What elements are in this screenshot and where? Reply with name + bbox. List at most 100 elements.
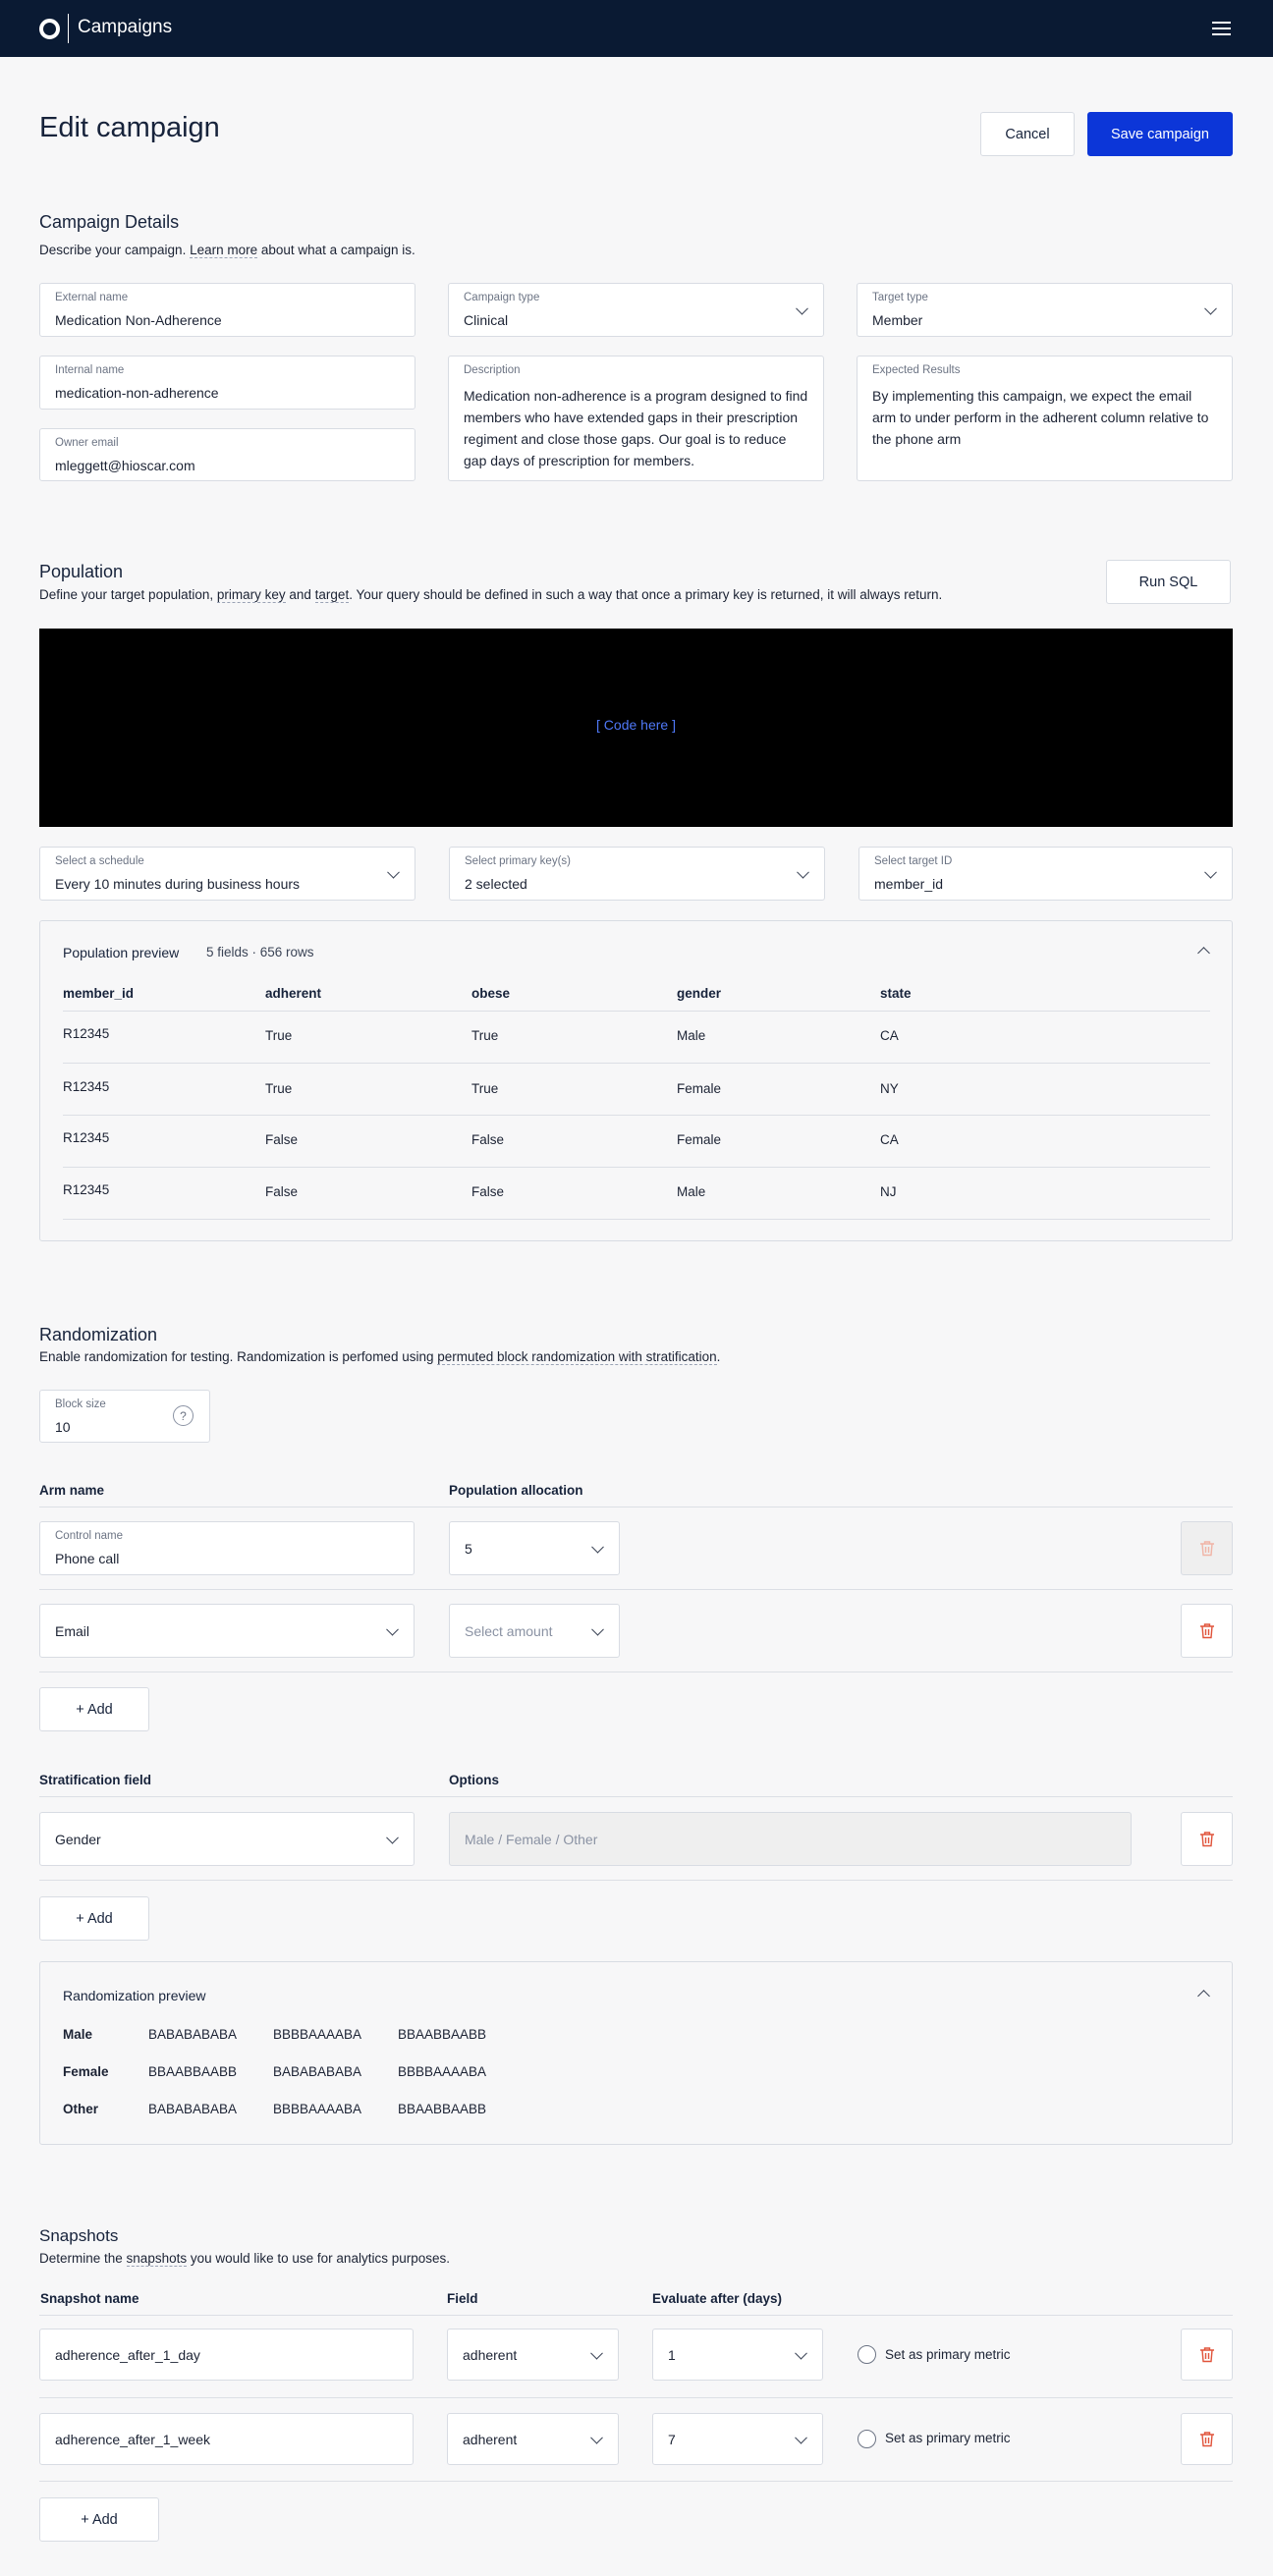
field-value[interactable]: By implementing this campaign, we expect… [872,385,1217,450]
primary-metric-radio[interactable] [858,2430,876,2448]
run-sql-button[interactable]: Run SQL [1106,560,1231,604]
target-type-select[interactable]: Target type Member [857,283,1233,337]
field-value[interactable]: 10 [55,1419,71,1435]
evaluate-days-select[interactable]: 1 [652,2329,823,2381]
owner-email-field[interactable]: Owner email mleggett@hioscar.com [39,428,415,481]
sequence-value: BBAABBAABB [148,2064,238,2079]
field-label: Target type [872,292,928,303]
control-name-field[interactable]: Control name Phone call [39,1521,415,1575]
external-name-field[interactable]: External name Medication Non-Adherence [39,283,415,337]
add-stratification-button[interactable]: + Add [39,1896,149,1941]
field-value[interactable]: adherence_after_1_week [55,2432,210,2447]
field-placeholder: Select amount [465,1622,553,1639]
table-cell: R12345 [63,1026,110,1041]
internal-name-field[interactable]: Internal name medication-non-adherence [39,356,415,410]
stratification-field-select[interactable]: Gender [39,1812,415,1866]
page-title: Edit campaign [39,112,220,143]
snapshots-link[interactable]: snapshots [126,2251,188,2267]
chevron-up-icon[interactable] [1197,1990,1210,2002]
primary-metric-label[interactable]: Set as primary metric [885,2347,1011,2362]
column-header: member_id [63,986,135,1001]
expected-results-textarea[interactable]: Expected Results By implementing this ca… [857,356,1233,481]
chevron-down-icon [590,2346,603,2360]
field-value: adherent [463,2346,518,2363]
field-label: Select primary key(s) [465,855,571,867]
primary-key-select[interactable]: Select primary key(s) 2 selected [449,847,825,901]
trash-icon [1199,1541,1214,1557]
learn-more-link[interactable]: Learn more [190,243,258,258]
delete-snapshot-button[interactable] [1181,2329,1233,2381]
field-value[interactable]: medication-non-adherence [55,385,219,401]
trash-icon [1199,1623,1214,1639]
snapshot-name-field[interactable]: adherence_after_1_day [39,2329,414,2381]
field-value[interactable]: adherence_after_1_day [55,2347,200,2363]
hamburger-menu-icon[interactable] [1212,18,1231,39]
add-snapshot-button[interactable]: + Add [39,2497,159,2542]
column-header: obese [471,986,511,1001]
snapshot-name-field[interactable]: adherence_after_1_week [39,2413,414,2465]
row-divider [63,1063,1210,1064]
delete-arm-button[interactable] [1181,1604,1233,1658]
evaluate-days-select[interactable]: 7 [652,2413,823,2465]
table-cell: CA [880,1132,899,1147]
chevron-down-icon [387,865,400,879]
help-icon[interactable]: ? [173,1405,194,1426]
desc-text: . Your query should be defined in such a… [349,587,943,602]
table-cell: R12345 [63,1130,110,1145]
save-campaign-button[interactable]: Save campaign [1087,112,1233,156]
trash-icon [1199,1832,1214,1847]
table-cell: R12345 [63,1079,110,1094]
randomization-description: Enable randomization for testing. Random… [39,1349,720,1365]
primary-metric-label[interactable]: Set as primary metric [885,2431,1011,2445]
row-divider [63,1115,1210,1116]
trash-icon [1199,2432,1214,2447]
chevron-up-icon[interactable] [1197,947,1210,959]
column-header: adherent [265,986,322,1001]
chevron-down-icon [590,2431,603,2444]
target-link[interactable]: target [314,587,350,603]
sql-code-editor[interactable]: [ Code here ] [39,629,1233,827]
delete-snapshot-button[interactable] [1181,2413,1233,2465]
field-value: 5 [465,1540,472,1557]
sequence-value: BBAABBAABB [398,2102,487,2116]
table-cell: False [265,1184,299,1199]
logo-icon[interactable] [39,19,60,39]
delete-arm-button-disabled[interactable] [1181,1521,1233,1575]
schedule-select[interactable]: Select a schedule Every 10 minutes durin… [39,847,415,901]
field-label: External name [55,292,129,303]
snapshot-field-select[interactable]: adherent [447,2413,619,2465]
snapshot-field-select[interactable]: adherent [447,2329,619,2381]
field-label: Control name [55,1530,124,1542]
cancel-button[interactable]: Cancel [980,112,1075,156]
app-title[interactable]: Campaigns [78,17,172,38]
arm-name-select[interactable]: Email [39,1604,415,1658]
stratification-options-field: Male / Female / Other [449,1812,1132,1866]
primary-metric-radio[interactable] [858,2345,876,2364]
table-cell: Male [677,1028,706,1043]
column-header: gender [677,986,722,1001]
population-allocation-header: Population allocation [449,1483,583,1498]
sequence-value: BBBBAAAABA [273,2027,362,2042]
chevron-down-icon [591,1540,604,1554]
table-cell: Male [677,1184,706,1199]
chevron-down-icon [386,1831,399,1844]
snapshot-name-header: Snapshot name [40,2291,139,2306]
allocation-select[interactable]: 5 [449,1521,620,1575]
field-value[interactable]: mleggett@hioscar.com [55,458,195,473]
field-value[interactable]: Medication non-adherence is a program de… [464,385,808,471]
delete-stratification-button[interactable] [1181,1812,1233,1866]
field-value[interactable]: Medication Non-Adherence [55,312,222,328]
allocation-select[interactable]: Select amount [449,1604,620,1658]
add-arm-button[interactable]: + Add [39,1687,149,1731]
campaign-type-select[interactable]: Campaign type Clinical [448,283,824,337]
target-id-select[interactable]: Select target ID member_id [858,847,1233,901]
description-textarea[interactable]: Description Medication non-adherence is … [448,356,824,481]
field-value: Email [55,1622,90,1639]
arm-name-header: Arm name [39,1483,105,1498]
chevron-down-icon [386,1622,399,1636]
block-size-field[interactable]: Block size 10 ? [39,1390,210,1443]
permuted-block-link[interactable]: permuted block randomization with strati… [437,1349,717,1365]
row-divider [63,1011,1210,1012]
primary-key-link[interactable]: primary key [216,587,286,603]
field-value[interactable]: Phone call [55,1551,119,1566]
